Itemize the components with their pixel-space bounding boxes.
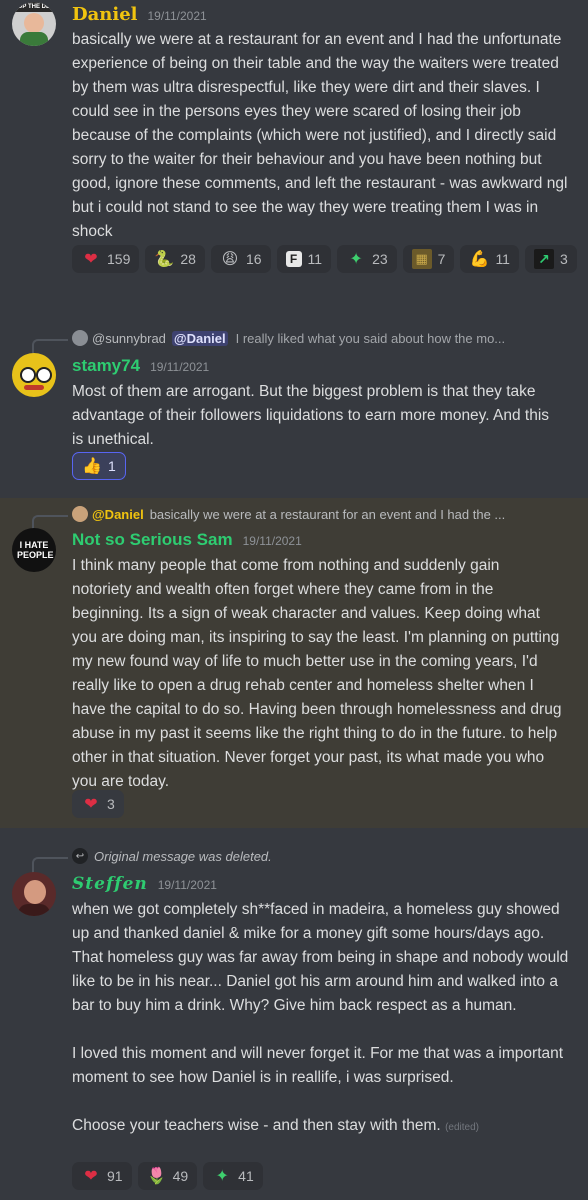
reactions-bar: 👍 1: [72, 452, 126, 480]
reply-user[interactable]: @Daniel: [92, 507, 144, 522]
weary-face-icon: 😩: [221, 251, 239, 268]
message-not-so-serious-sam: @Daniel basically we were at a restauran…: [0, 498, 588, 828]
reaction-heart[interactable]: ❤ 3: [72, 790, 124, 818]
red-heart-icon: ❤: [84, 251, 98, 268]
reaction-crystal[interactable]: ✦ 41: [203, 1162, 263, 1190]
message-stamy74: @sunnybrad @Daniel I really liked what y…: [0, 318, 588, 498]
reaction-f[interactable]: F 11: [276, 245, 332, 273]
reply-arrow-icon: ↩: [72, 848, 88, 864]
f-letter-icon: F: [285, 251, 302, 267]
avatar-banner: UP THE DE: [12, 2, 56, 12]
flexed-biceps-icon: 💪: [469, 251, 490, 268]
painting-icon: ▦: [411, 249, 432, 269]
reaction-weary[interactable]: 😩 16: [210, 245, 271, 273]
message-daniel: UP THE DE Daniel 19/11/2021 basically we …: [0, 0, 588, 318]
reaction-tulip[interactable]: 🌷 49: [137, 1162, 198, 1190]
message-steffen: ↩ Original message was deleted. Steffen 1…: [0, 828, 588, 1200]
thumbs-up-icon: 👍: [82, 458, 102, 475]
reaction-biceps[interactable]: 💪 11: [460, 245, 519, 273]
avatar[interactable]: [12, 872, 56, 916]
reply-reference: ↩ Original message was deleted.: [32, 848, 272, 873]
paragraph: I loved this moment and will never forge…: [72, 1045, 564, 1086]
paragraph: Choose your teachers wise - and then sta…: [72, 1117, 441, 1134]
message-text: Most of them are arrogant. But the bigge…: [72, 383, 550, 448]
reaction-stonks[interactable]: ↗ 3: [524, 245, 577, 273]
message-text: when we got completely sh**faced in made…: [72, 898, 572, 1140]
reaction-heart[interactable]: ❤ 159: [72, 245, 140, 273]
message-text: I think many people that come from nothi…: [72, 557, 562, 790]
author-name[interactable]: Not so Serious Sam: [72, 530, 233, 549]
reply-avatar: [72, 506, 88, 522]
reaction-heart[interactable]: ❤ 91: [72, 1162, 132, 1190]
reply-reference[interactable]: @Daniel basically we were at a restauran…: [32, 506, 506, 531]
timestamp: 19/11/2021: [157, 878, 217, 892]
pink-tulip-icon: 🌷: [146, 1168, 167, 1185]
reaction-snake[interactable]: 🐍 28: [145, 245, 205, 273]
avatar[interactable]: [12, 353, 56, 397]
reactions-bar: ❤ 159 🐍 28 😩 16 F 11 ✦ 23 ▦ 7 💪 11 ↗ 3: [72, 245, 582, 273]
avatar-text: I HATE PEOPLE: [17, 540, 54, 560]
reply-spine: [32, 857, 68, 873]
reply-mention[interactable]: @Daniel: [171, 330, 228, 346]
author-name[interactable]: Daniel: [72, 4, 138, 25]
timestamp: 19/11/2021: [242, 534, 302, 548]
green-crystal-icon: ✦: [349, 251, 363, 268]
reply-reference[interactable]: @sunnybrad @Daniel I really liked what y…: [32, 330, 506, 355]
paragraph: when we got completely sh**faced in made…: [72, 901, 569, 1014]
reply-avatar: [72, 330, 88, 346]
reply-preview: Original message was deleted.: [94, 848, 272, 864]
reply-preview: I really liked what you said about how t…: [235, 330, 506, 346]
red-heart-icon: ❤: [84, 796, 98, 813]
reactions-bar: ❤ 3: [72, 790, 124, 818]
author-name[interactable]: Steffen: [72, 874, 148, 894]
timestamp: 19/11/2021: [150, 360, 210, 374]
reply-preview: basically we were at a restaurant for an…: [149, 506, 506, 522]
red-heart-icon: ❤: [84, 1168, 98, 1185]
reactions-bar: ❤ 91 🌷 49 ✦ 41: [72, 1162, 263, 1190]
author-name[interactable]: stamy74: [72, 356, 140, 375]
reaction-thumbs-up[interactable]: 👍 1: [72, 452, 126, 480]
reaction-painting[interactable]: ▦ 7: [402, 245, 455, 273]
avatar[interactable]: I HATE PEOPLE: [12, 528, 56, 572]
edited-label: (edited): [445, 1122, 479, 1133]
green-crystal-icon: ✦: [215, 1168, 229, 1185]
stonks-chart-icon: ↗: [533, 249, 554, 269]
reaction-crystal[interactable]: ✦ 23: [337, 245, 397, 273]
reply-user[interactable]: @sunnybrad: [92, 331, 166, 346]
timestamp: 19/11/2021: [147, 9, 207, 23]
avatar[interactable]: UP THE DE: [12, 2, 56, 46]
message-text: basically we were at a restaurant for an…: [72, 31, 568, 240]
snake-icon: 🐍: [154, 251, 175, 268]
